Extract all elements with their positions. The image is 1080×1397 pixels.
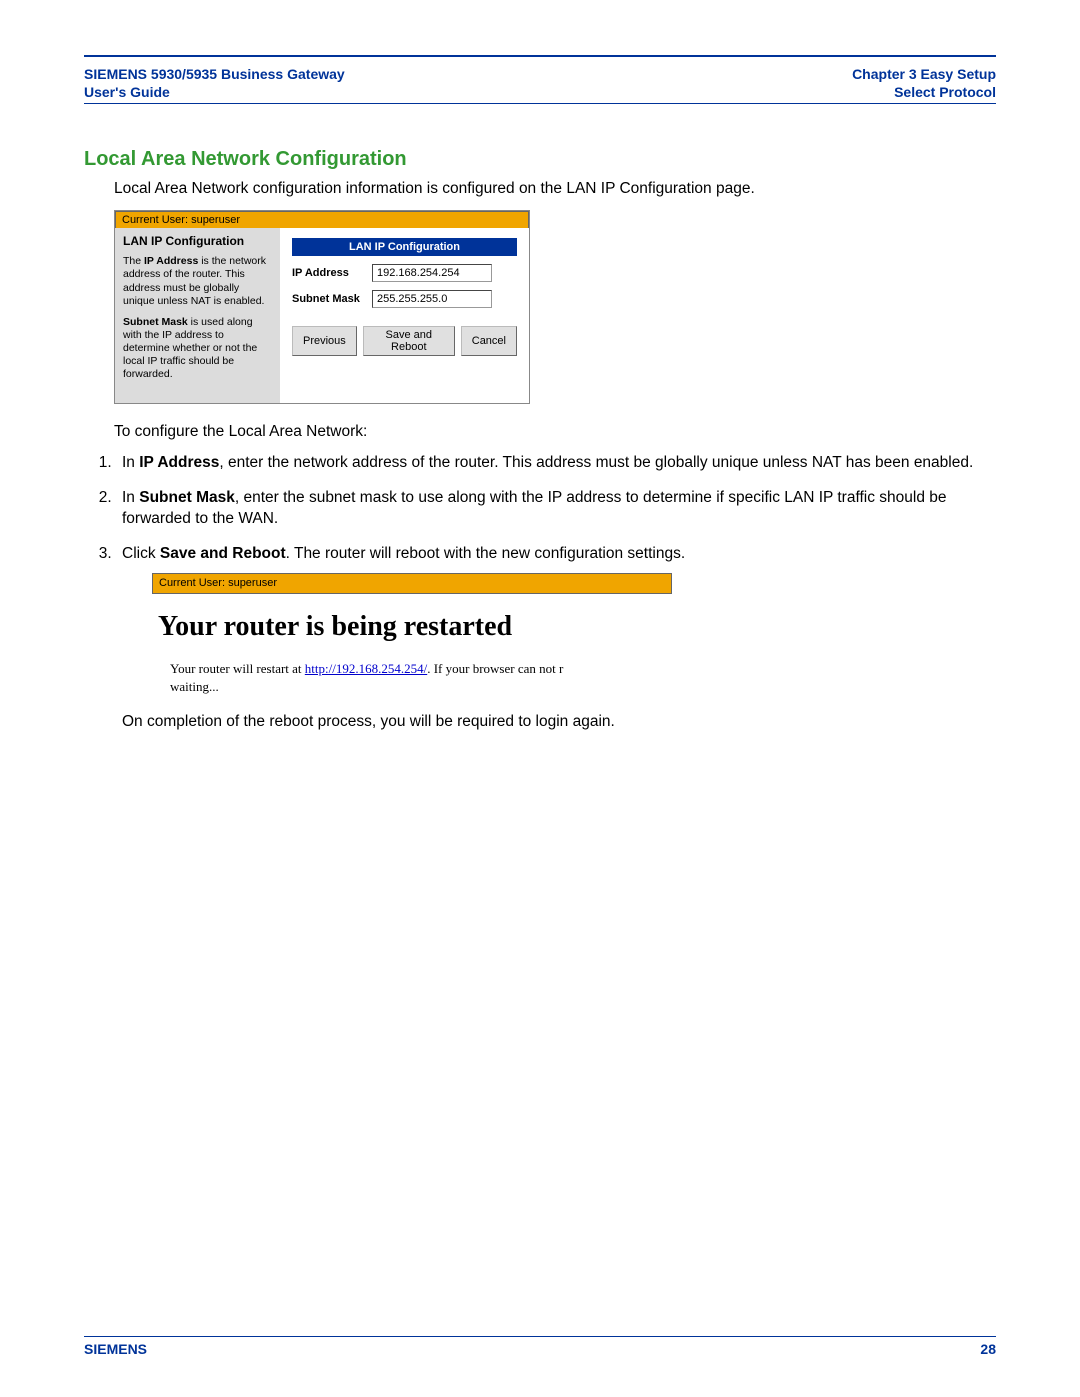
after-restart-text: On completion of the reboot process, you… [122,712,996,733]
lan-config-screenshot: Current User: superuser LAN IP Configura… [114,210,530,404]
subnet-mask-input[interactable] [372,290,492,308]
header-rule-bottom [84,103,996,104]
help-mask-text: Subnet Mask is used along with the IP ad… [123,316,272,382]
restart-screenshot: Current User: superuser Your router is b… [152,573,672,696]
help-ip-text: The IP Address is the network address of… [123,255,272,308]
restart-message: Your router will restart at http://192.1… [170,660,672,696]
ip-address-input[interactable] [372,264,492,282]
save-reboot-button[interactable]: Save and Reboot [363,326,455,356]
step-3: Click Save and Reboot. The router will r… [116,544,996,733]
header-right-line1: Chapter 3 Easy Setup [852,65,996,83]
page-header: SIEMENS 5930/5935 Business Gateway User'… [84,61,996,103]
page-footer: SIEMENS 28 [84,1337,996,1357]
cancel-button[interactable]: Cancel [461,326,517,356]
help-panel: LAN IP Configuration The IP Address is t… [115,228,280,403]
section-title: Local Area Network Configuration [84,148,996,171]
step-1: In IP Address, enter the network address… [116,453,996,474]
header-rule-top [84,55,996,57]
restart-link[interactable]: http://192.168.254.254/ [305,661,427,676]
header-left-line2: User's Guide [84,83,345,101]
previous-button[interactable]: Previous [292,326,357,356]
restart-heading: Your router is being restarted [158,608,672,646]
ip-address-label: IP Address [292,267,372,279]
config-form: LAN IP Configuration IP Address Subnet M… [280,228,529,403]
config-form-header: LAN IP Configuration [292,238,517,256]
step-2: In Subnet Mask, enter the subnet mask to… [116,488,996,530]
header-right-line2: Select Protocol [852,83,996,101]
current-user-bar-2: Current User: superuser [152,573,672,594]
header-left-line1: SIEMENS 5930/5935 Business Gateway [84,65,345,83]
steps-list: In IP Address, enter the network address… [116,453,996,733]
intro-text: Local Area Network configuration informa… [114,179,996,200]
current-user-bar: Current User: superuser [115,211,529,228]
subnet-mask-label: Subnet Mask [292,293,372,305]
help-panel-title: LAN IP Configuration [123,234,272,249]
footer-page-number: 28 [980,1341,996,1357]
footer-brand: SIEMENS [84,1341,147,1357]
configure-intro: To configure the Local Area Network: [114,422,996,443]
